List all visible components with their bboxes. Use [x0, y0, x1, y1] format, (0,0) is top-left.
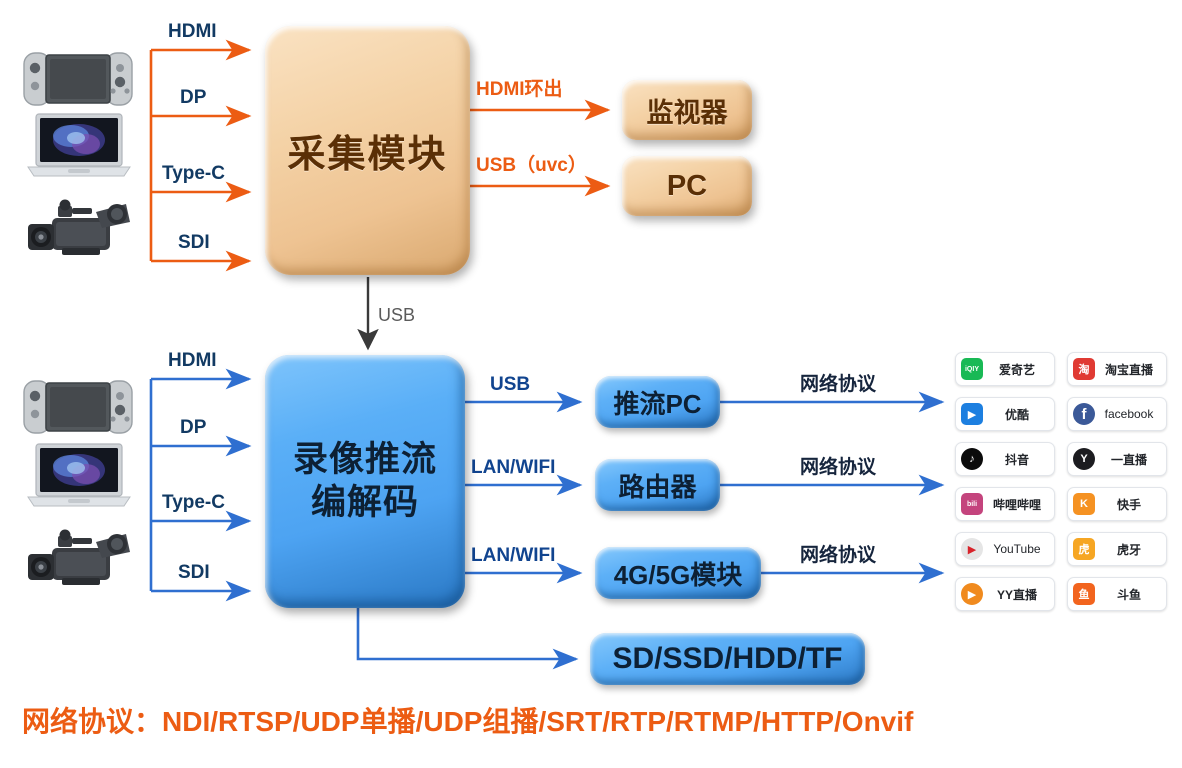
bottom-input-label-sdi: SDI: [178, 562, 210, 583]
bottom-input-label-typec: Type-C: [162, 492, 225, 513]
platform-name: 淘宝直播: [1104, 362, 1153, 377]
platform-item-huya[interactable]: 虎 虎牙: [1067, 532, 1167, 566]
cellular-module-box[interactable]: 4G/5G模块: [595, 547, 761, 599]
bilibili-icon: bili: [961, 493, 983, 515]
platform-item-iqiyi[interactable]: iQIY 爱奇艺: [955, 352, 1055, 386]
top-output-label-usb-uvc: USB（uvc）: [476, 155, 587, 176]
douyin-icon: ♪: [961, 448, 983, 470]
game-console-icon: [22, 46, 134, 117]
diagram-canvas: HDMI DP Type-C SDI HDMI环出 USB（uvc） 采集模块 …: [0, 0, 1182, 768]
pc-box[interactable]: PC: [622, 156, 752, 216]
platform-name: 斗鱼: [1116, 587, 1141, 602]
router-box[interactable]: 路由器: [595, 459, 720, 511]
top-input-label-hdmi: HDMI: [168, 21, 217, 42]
top-input-label-sdi: SDI: [178, 232, 210, 253]
platform-name: facebook: [1104, 407, 1154, 421]
pc-label: PC: [666, 169, 708, 202]
router-label: 路由器: [618, 471, 697, 502]
platform-item-douyu[interactable]: 鱼 斗鱼: [1067, 577, 1167, 611]
platform-item-youku[interactable]: ▶ 优酷: [955, 397, 1055, 431]
encoder-module-label-line1: 录像推流: [292, 439, 437, 479]
camcorder-icon: [22, 192, 134, 269]
bottom-output-label-usb: USB: [490, 374, 531, 395]
laptop-icon: [24, 442, 134, 515]
platform-name: 快手: [1116, 497, 1141, 512]
bridge-usb-label: USB: [378, 305, 416, 325]
streaming-platform-grid: iQIY 爱奇艺 淘淘宝直播 ▶ 优酷 f facebook ♪ 抖音 Y 一直播 bili 哔哩哔哩 K…: [955, 352, 1179, 616]
douyu-icon: 鱼: [1073, 583, 1095, 605]
platform-name: 哔哩哔哩: [992, 497, 1041, 512]
monitor-label: 监视器: [646, 97, 728, 128]
platform-name: 虎牙: [1116, 542, 1141, 557]
push-pc-box[interactable]: 推流PC: [595, 376, 720, 428]
top-output-label-hdmi-loop: HDMI环出: [476, 79, 563, 100]
yy-live-icon: ▶: [961, 583, 983, 605]
storage-label: SD/SSD/HDD/TF: [612, 642, 843, 675]
bottom-output-label-lanwifi1: LAN/WIFI: [471, 457, 556, 478]
platform-name: YouTube: [993, 542, 1041, 556]
capture-module-label: 采集模块: [287, 134, 448, 176]
push-pc-label: 推流PC: [613, 388, 702, 419]
platform-name: YY直播: [996, 587, 1037, 602]
bottom-output-label-lanwifi2: LAN/WIFI: [471, 545, 556, 566]
network-protocol-label-1: 网络协议: [800, 374, 877, 395]
huya-icon: 虎: [1073, 538, 1095, 560]
encoder-module-box[interactable]: 录像推流 编解码: [265, 355, 465, 608]
youtube-icon: ▶: [961, 538, 983, 560]
capture-module-box[interactable]: 采集模块: [265, 26, 470, 275]
game-console-icon: [22, 374, 134, 445]
platform-name: 一直播: [1110, 452, 1147, 467]
network-protocol-footer: 网络协议：NDI/RTSP/UDP单播/UDP组播/SRT/RTP/RTMP/H…: [22, 706, 914, 737]
platform-item-kuaishou[interactable]: K 快手: [1067, 487, 1167, 521]
platform-name: 爱奇艺: [998, 362, 1035, 377]
yizhibo-icon: Y: [1073, 448, 1095, 470]
camcorder-icon: [22, 522, 134, 599]
bottom-input-label-dp: DP: [180, 417, 207, 438]
encoder-module-label-line2: 编解码: [310, 482, 419, 522]
platform-item-bilibili[interactable]: bili 哔哩哔哩: [955, 487, 1055, 521]
youku-icon: ▶: [961, 403, 983, 425]
laptop-icon: [24, 112, 134, 185]
monitor-box[interactable]: 监视器: [622, 80, 752, 140]
cellular-module-label: 4G/5G模块: [613, 559, 743, 590]
kuaishou-icon: K: [1073, 493, 1095, 515]
platform-item-yy-live[interactable]: ▶ YY直播: [955, 577, 1055, 611]
facebook-icon: f: [1073, 403, 1095, 425]
bottom-input-label-hdmi: HDMI: [168, 350, 217, 371]
top-input-label-dp: DP: [180, 87, 207, 108]
storage-box[interactable]: SD/SSD/HDD/TF: [590, 633, 865, 685]
top-input-label-typec: Type-C: [162, 163, 225, 184]
taobao-live-icon: 淘: [1073, 358, 1095, 380]
iqiyi-icon: iQIY: [961, 358, 983, 380]
platform-name: 优酷: [1004, 407, 1029, 422]
platform-item-taobao-live[interactable]: 淘淘宝直播: [1067, 352, 1167, 386]
platform-item-facebook[interactable]: f facebook: [1067, 397, 1167, 431]
platform-item-youtube[interactable]: ▶ YouTube: [955, 532, 1055, 566]
platform-item-douyin[interactable]: ♪ 抖音: [955, 442, 1055, 476]
platform-name: 抖音: [1004, 452, 1029, 467]
platform-item-yizhibo[interactable]: Y 一直播: [1067, 442, 1167, 476]
network-protocol-label-3: 网络协议: [800, 545, 877, 566]
network-protocol-label-2: 网络协议: [800, 457, 877, 478]
